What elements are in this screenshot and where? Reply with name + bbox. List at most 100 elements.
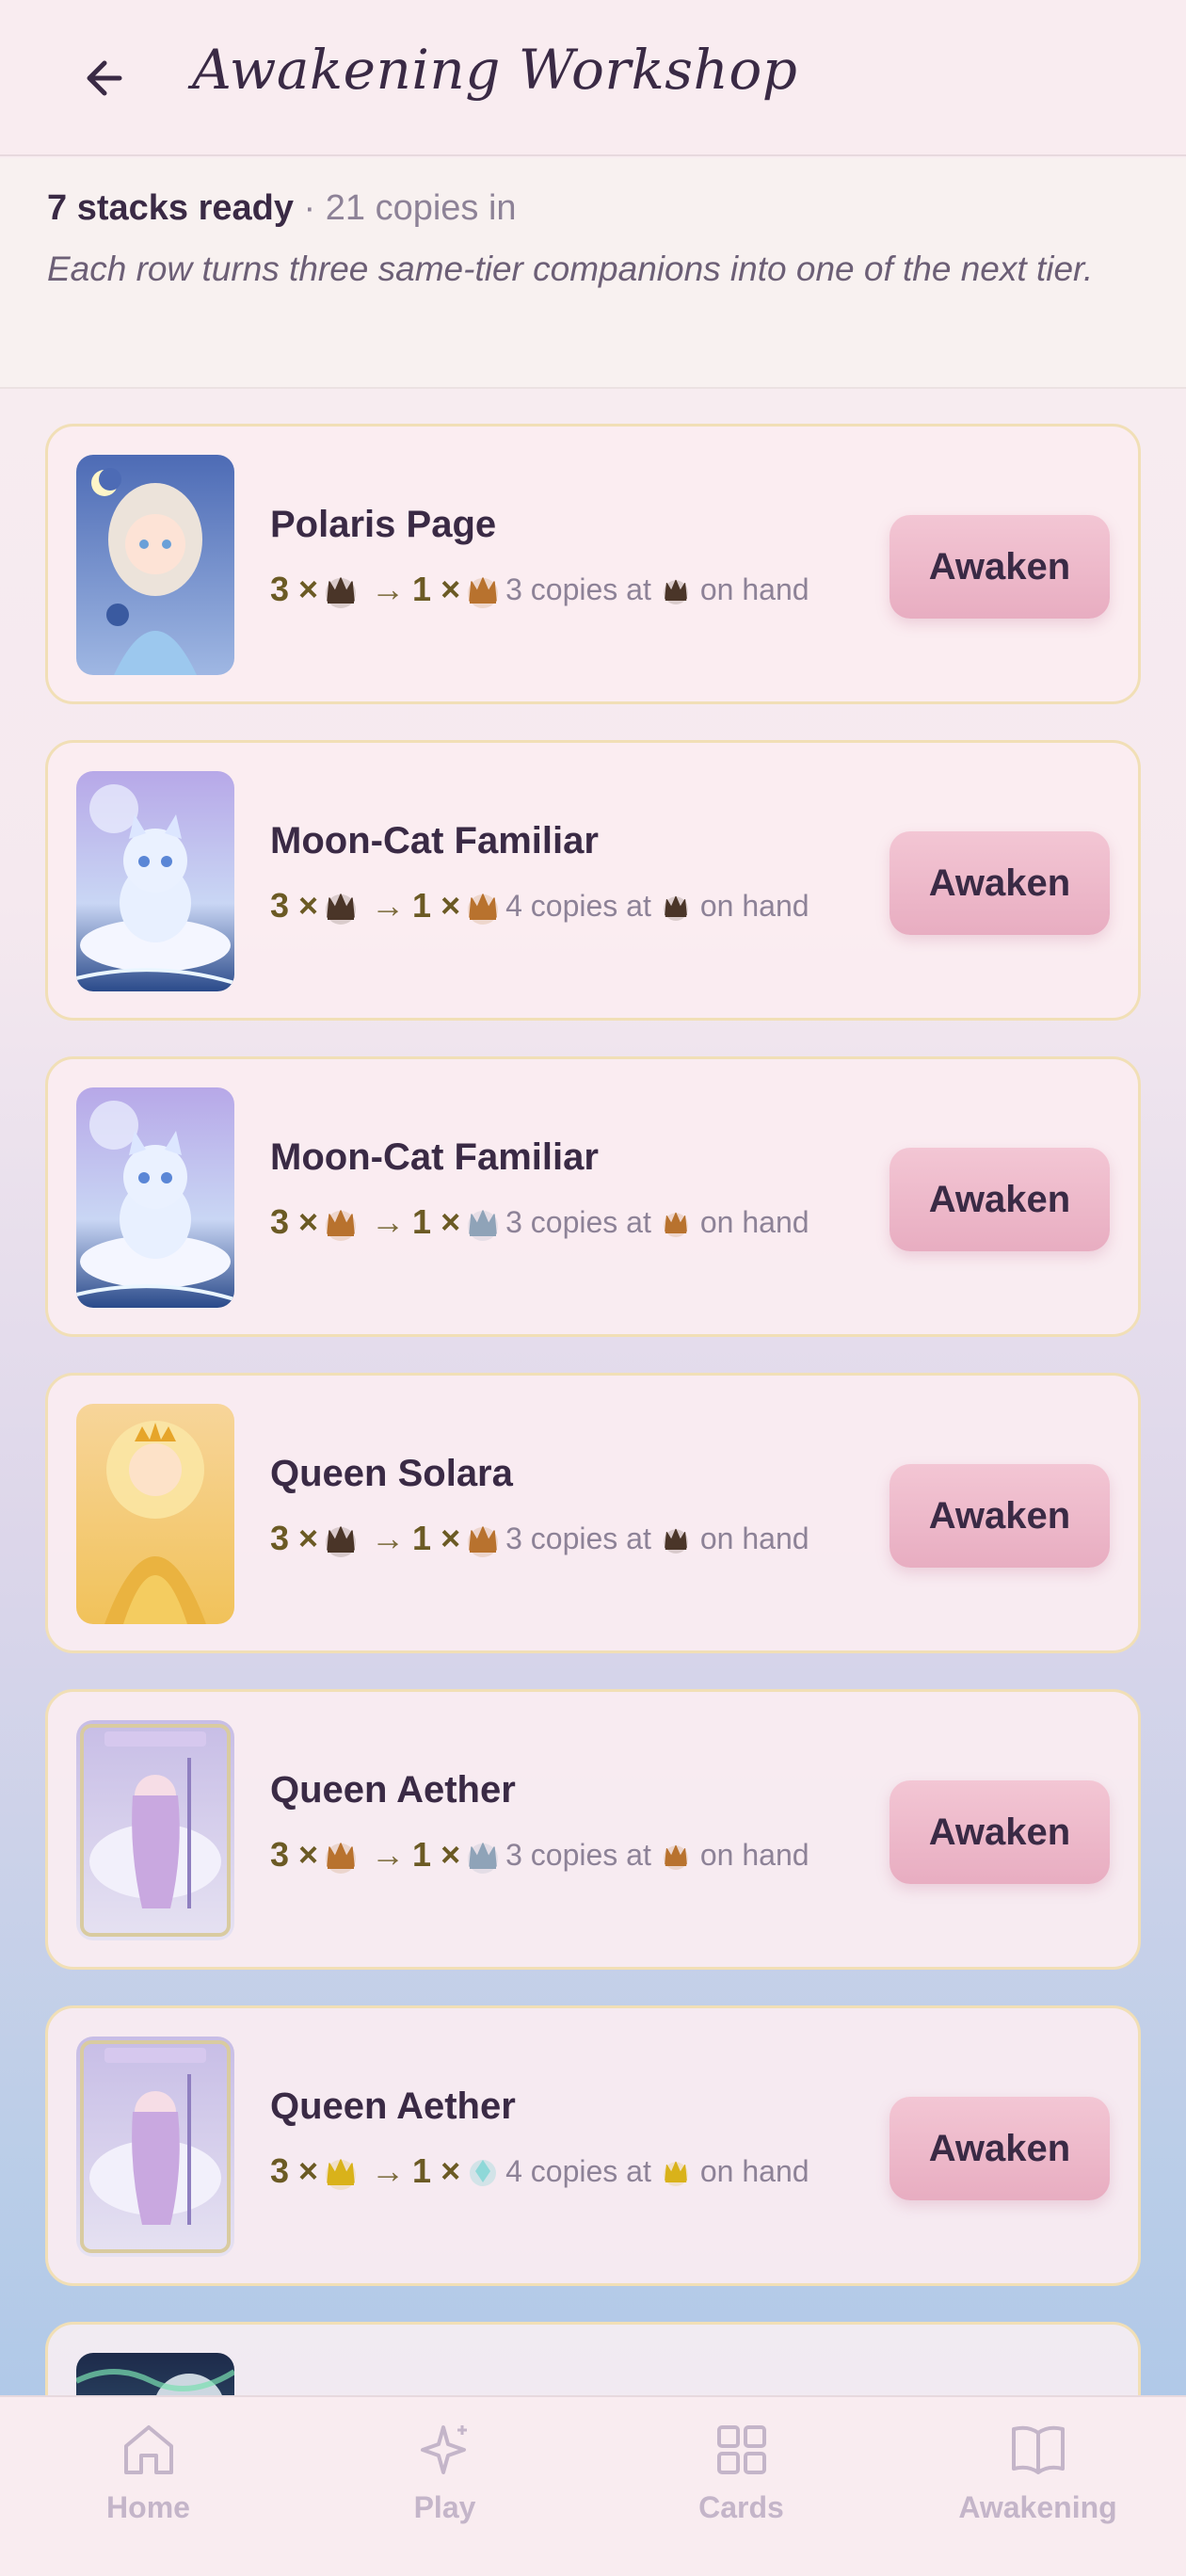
awaken-button[interactable]: Awaken bbox=[890, 1464, 1110, 1568]
nav-cards[interactable]: Cards bbox=[593, 2397, 890, 2576]
input-count: 3 × bbox=[270, 570, 319, 608]
crown-icon-bronze bbox=[661, 1840, 691, 1870]
crown-icon-bronze bbox=[464, 1520, 502, 1557]
awaken-formula: 3 × → 1 × 3 copies at on hand bbox=[270, 1831, 809, 1878]
copies-count: 3 copies at bbox=[505, 1521, 651, 1555]
grid-icon bbox=[712, 2420, 772, 2485]
crown-icon-bronze bbox=[464, 571, 502, 608]
card-name: Queen Aether bbox=[270, 1769, 516, 1811]
home-icon bbox=[119, 2420, 179, 2485]
crown-icon-bronze bbox=[322, 1836, 360, 1874]
list-item: Polaris Page 3 × → 1 × 3 copies at on hand Awa… bbox=[45, 424, 1141, 704]
crown-icon-dark bbox=[322, 571, 360, 608]
nav-play[interactable]: Play bbox=[296, 2397, 593, 2576]
awaken-formula: 3 × → 1 × 3 copies at on hand bbox=[270, 566, 809, 613]
crown-icon-silver bbox=[464, 1203, 502, 1241]
on-hand-text: 4 copies at on hand bbox=[505, 889, 809, 924]
top-bar: Awakening Workshop bbox=[0, 0, 1186, 156]
book-icon bbox=[1008, 2420, 1068, 2485]
input-count: 3 × bbox=[270, 1519, 319, 1557]
crown-icon-silver bbox=[464, 1836, 502, 1874]
on-hand-text: 4 copies at on hand bbox=[505, 2154, 809, 2189]
list-item: Queen Aether 3 × → 1 × 3 copies at on hand Awa… bbox=[45, 1689, 1141, 1970]
awaken-button[interactable]: Awaken bbox=[890, 515, 1110, 619]
on-hand-label: on hand bbox=[699, 1837, 809, 1872]
arrow-right-icon: → bbox=[371, 1202, 406, 1241]
card-name: Moon-Cat Familiar bbox=[270, 820, 599, 861]
output-count: 1 × bbox=[412, 1519, 461, 1557]
card-art bbox=[76, 455, 234, 675]
input-count: 3 × bbox=[270, 2151, 319, 2190]
awaken-formula: 3 × → 1 × 4 copies at on hand bbox=[270, 882, 809, 929]
crown-icon-dark bbox=[322, 887, 360, 925]
input-count: 3 × bbox=[270, 1835, 319, 1874]
sparkle-icon bbox=[415, 2420, 475, 2485]
on-hand-label: on hand bbox=[699, 888, 809, 923]
crown-icon-crystal bbox=[464, 2152, 502, 2190]
awakening-list: Polaris Page 3 × → 1 × 3 copies at on hand Awa… bbox=[45, 424, 1141, 2322]
input-count: 3 × bbox=[270, 1202, 319, 1241]
nav-play-label: Play bbox=[413, 2490, 476, 2524]
bottom-nav: Home Play Cards Awakening bbox=[0, 2395, 1186, 2576]
card-name: Polaris Page bbox=[270, 504, 497, 545]
awaken-button[interactable]: Awaken bbox=[890, 831, 1110, 935]
crown-icon-gold bbox=[661, 2156, 691, 2186]
crown-icon-bronze bbox=[322, 1203, 360, 1241]
arrow-right-icon: → bbox=[371, 570, 406, 608]
arrow-left-icon bbox=[82, 54, 131, 107]
copies-count: 4 copies at bbox=[505, 888, 651, 923]
copies-count: 4 copies at bbox=[505, 2153, 651, 2188]
copies-in-count: · 21 copies in bbox=[303, 188, 517, 228]
copies-count: 3 copies at bbox=[505, 1204, 651, 1239]
crown-icon-gold bbox=[322, 2152, 360, 2190]
card-name: Queen Aether bbox=[270, 2085, 516, 2127]
card-art bbox=[76, 2037, 234, 2257]
awaken-button[interactable]: Awaken bbox=[890, 1148, 1110, 1251]
output-count: 1 × bbox=[412, 570, 461, 608]
nav-cards-label: Cards bbox=[698, 2490, 784, 2524]
card-art bbox=[76, 1087, 234, 1308]
page-title: Awakening Workshop bbox=[192, 38, 798, 102]
arrow-right-icon: → bbox=[371, 1835, 406, 1874]
awaken-formula: 3 × → 1 × 3 copies at on hand bbox=[270, 1199, 809, 1246]
on-hand-label: on hand bbox=[699, 2153, 809, 2188]
crown-icon-bronze bbox=[464, 887, 502, 925]
on-hand-label: on hand bbox=[699, 572, 809, 606]
card-art bbox=[76, 1404, 234, 1624]
on-hand-label: on hand bbox=[699, 1204, 809, 1239]
nav-awakening[interactable]: Awakening bbox=[890, 2397, 1186, 2576]
list-item: Queen Solara 3 × → 1 × 3 copies at on hand Awa… bbox=[45, 1373, 1141, 1653]
crown-icon-bronze bbox=[661, 1207, 691, 1237]
card-art bbox=[76, 771, 234, 991]
output-count: 1 × bbox=[412, 1202, 461, 1241]
crown-icon-dark bbox=[661, 891, 691, 921]
on-hand-text: 3 copies at on hand bbox=[505, 1838, 809, 1873]
summary-description: Each row turns three same-tier companion… bbox=[47, 250, 1094, 288]
crown-icon-dark bbox=[322, 1520, 360, 1557]
copies-count: 3 copies at bbox=[505, 1837, 651, 1872]
list-item: Queen Aether 3 × → 1 × 4 copies at on hand Awa… bbox=[45, 2005, 1141, 2286]
stacks-ready-count: 7 stacks ready bbox=[47, 188, 294, 228]
summary-line: 7 stacks ready · 21 copies in bbox=[47, 185, 1139, 232]
output-count: 1 × bbox=[412, 2151, 461, 2190]
awaken-button[interactable]: Awaken bbox=[890, 1780, 1110, 1884]
on-hand-text: 3 copies at on hand bbox=[505, 1205, 809, 1240]
on-hand-text: 3 copies at on hand bbox=[505, 1521, 809, 1556]
awaken-formula: 3 × → 1 × 4 copies at on hand bbox=[270, 2148, 809, 2195]
awaken-button[interactable]: Awaken bbox=[890, 2097, 1110, 2200]
card-art bbox=[76, 1720, 234, 1940]
awaken-formula: 3 × → 1 × 3 copies at on hand bbox=[270, 1515, 809, 1562]
input-count: 3 × bbox=[270, 886, 319, 925]
nav-awakening-label: Awakening bbox=[958, 2490, 1117, 2524]
output-count: 1 × bbox=[412, 1835, 461, 1874]
on-hand-label: on hand bbox=[699, 1521, 809, 1555]
nav-home-label: Home bbox=[106, 2490, 190, 2524]
list-item: Moon-Cat Familiar 3 × → 1 × 4 copies at on ha… bbox=[45, 740, 1141, 1021]
on-hand-text: 3 copies at on hand bbox=[505, 572, 809, 607]
list-item: Moon-Cat Familiar 3 × → 1 × 3 copies at on ha… bbox=[45, 1056, 1141, 1337]
back-button[interactable] bbox=[73, 47, 139, 113]
crown-icon-dark bbox=[661, 1523, 691, 1554]
card-name: Moon-Cat Familiar bbox=[270, 1136, 599, 1178]
nav-home[interactable]: Home bbox=[0, 2397, 296, 2576]
output-count: 1 × bbox=[412, 886, 461, 925]
